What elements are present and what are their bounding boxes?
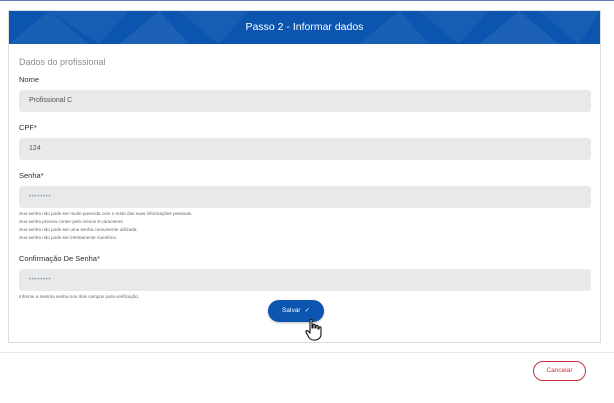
confirmacao-hint: Informe a mesma senha nos dois campos pa… bbox=[19, 294, 140, 299]
confirmacao-label: Confirmação De Senha* bbox=[19, 254, 100, 263]
form-card: Passo 2 - Informar dados Dados do profis… bbox=[8, 10, 601, 343]
senha-hint: Sua senha precisa conter pelo menos 8 ca… bbox=[19, 219, 124, 224]
section-title: Dados do profissional bbox=[19, 57, 106, 67]
senha-input[interactable]: •••••••• bbox=[19, 186, 591, 208]
page-title: Passo 2 - Informar dados bbox=[245, 21, 364, 33]
nome-input[interactable]: Profissional C bbox=[19, 90, 591, 112]
senha-hint: Sua senha não pode ser uma senha comumen… bbox=[19, 227, 138, 232]
footer-divider bbox=[0, 352, 614, 353]
cpf-input[interactable]: 124 bbox=[19, 138, 591, 160]
top-divider bbox=[0, 0, 614, 1]
senha-hint: Sua senha não pode ser muito parecida co… bbox=[19, 211, 193, 216]
cpf-label: CPF* bbox=[19, 123, 37, 132]
save-button-label: Salvar bbox=[282, 307, 301, 314]
senha-label: Senha* bbox=[19, 171, 44, 180]
nome-label: Nome bbox=[19, 75, 40, 84]
cancel-button[interactable]: Cancelar bbox=[533, 361, 586, 381]
confirmacao-input[interactable]: •••••••• bbox=[19, 269, 591, 291]
hand-pointer-icon bbox=[305, 318, 322, 341]
check-icon: ✓ bbox=[304, 307, 310, 314]
card-header: Passo 2 - Informar dados bbox=[9, 11, 600, 44]
senha-hint: Sua senha não pode ser inteiramente numé… bbox=[19, 235, 118, 240]
